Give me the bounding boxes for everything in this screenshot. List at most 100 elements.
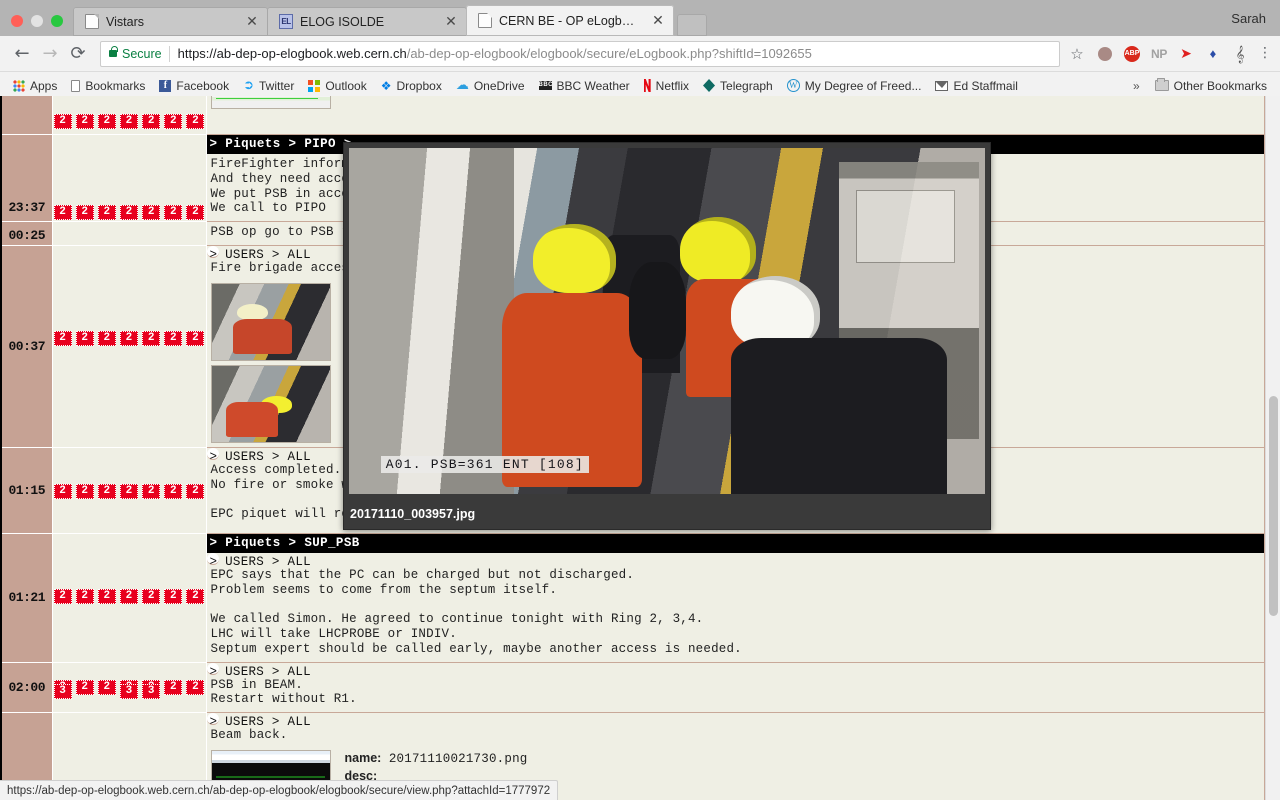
status-badge[interactable]: 2	[97, 588, 116, 604]
status-badge[interactable]: 2	[186, 588, 205, 604]
tab-cern-be-op-elogbook[interactable]: CERN BE - OP eLogbook ✕	[466, 5, 674, 36]
status-badge[interactable]: 2	[53, 588, 72, 604]
close-tab-icon[interactable]: ✕	[443, 15, 459, 29]
status-badge[interactable]: 3	[53, 684, 72, 700]
status-badge[interactable]: 2	[142, 330, 161, 346]
bookmark-other-bookmarks[interactable]: Other Bookmarks	[1148, 75, 1274, 97]
tab-vistars[interactable]: Vistars ✕	[73, 7, 268, 36]
status-badge[interactable]: 2	[97, 205, 116, 221]
bookmark-outlook[interactable]: Outlook	[301, 75, 373, 97]
status-badge[interactable]: 2	[164, 330, 183, 346]
status-badge[interactable]: 2	[75, 205, 94, 221]
scrollbar-thumb[interactable]	[1269, 396, 1278, 616]
bookmark-apps[interactable]: Apps	[6, 75, 64, 97]
page-scrollbar[interactable]	[1265, 96, 1280, 800]
maximize-window-button[interactable]	[51, 15, 63, 27]
forward-icon[interactable]: →	[36, 40, 64, 68]
dot-icon[interactable]	[1096, 45, 1114, 63]
status-badge[interactable]: 2	[97, 114, 116, 129]
status-badge[interactable]: 2	[75, 114, 94, 129]
photo-person-dark	[730, 338, 947, 494]
bookmark-dropbox[interactable]: ❖ Dropbox	[374, 75, 449, 97]
status-badge[interactable]: 2	[186, 330, 205, 346]
status-badge[interactable]: 2	[142, 114, 161, 129]
flame-icon[interactable]: 𝄞	[1231, 45, 1249, 63]
bookmark-bookmarks[interactable]: Bookmarks	[64, 75, 152, 97]
bookmarks-overflow-icon[interactable]: »	[1125, 79, 1148, 93]
new-tab-button[interactable]	[677, 14, 707, 36]
status-badge[interactable]: 2	[75, 679, 94, 695]
attachment-thumbnail[interactable]	[210, 96, 331, 109]
bookmark-netflix[interactable]: Netflix	[637, 75, 696, 97]
status-badge[interactable]: 2	[164, 205, 183, 221]
dropbox-icon: ❖	[380, 78, 392, 93]
attachment-thumbnail[interactable]	[210, 282, 331, 361]
status-badge[interactable]: 2	[119, 330, 138, 346]
status-badge[interactable]: 2	[186, 114, 205, 129]
close-tab-icon[interactable]: ✕	[650, 14, 666, 28]
bookmark-telegraph[interactable]: Telegraph	[696, 75, 780, 97]
entry-header[interactable]: > USERS > ALL	[206, 447, 311, 464]
entry-header[interactable]: > USERS > ALL	[206, 245, 311, 262]
entry-header[interactable]: > Piquets > SUP_PSB	[206, 533, 1264, 553]
address-bar[interactable]: Secure https://ab-dep-op-elogbook.web.ce…	[100, 40, 1060, 67]
status-badge[interactable]: 2	[53, 330, 72, 346]
y-icon[interactable]: ♦	[1204, 45, 1222, 63]
bookmark-star-icon[interactable]: ☆	[1066, 45, 1088, 63]
back-icon[interactable]: ←	[8, 40, 36, 68]
status-badge[interactable]: 2	[119, 114, 138, 129]
status-badge[interactable]: 2	[119, 205, 138, 221]
status-badge[interactable]: 2	[97, 330, 116, 346]
status-badge[interactable]: 2	[186, 205, 205, 221]
status-badge[interactable]: 2	[97, 483, 116, 499]
attachment[interactable]: name: 20171109230729.png desc:	[207, 96, 1265, 113]
reload-icon[interactable]: ⟳	[64, 40, 92, 68]
status-badge[interactable]: 2	[164, 679, 183, 695]
status-badge[interactable]: 2	[164, 483, 183, 499]
status-badge[interactable]: 2	[97, 679, 116, 695]
status-badge[interactable]: 3	[119, 684, 138, 700]
status-badge[interactable]: 2	[119, 483, 138, 499]
status-badge[interactable]: 2	[186, 483, 205, 499]
profile-name[interactable]: Sarah	[1231, 11, 1266, 26]
status-badge[interactable]: 2	[53, 483, 72, 499]
entry-header[interactable]: > USERS > ALL	[206, 713, 311, 729]
status-badge[interactable]: 2	[119, 588, 138, 604]
status-badge[interactable]: 2	[75, 330, 94, 346]
status-badge[interactable]: 2	[164, 114, 183, 129]
bookmark-onedrive[interactable]: ☁ OneDrive	[449, 75, 532, 97]
entry-subheader[interactable]: > USERS > ALL	[206, 552, 311, 569]
status-badge[interactable]: 2	[75, 483, 94, 499]
wordpress-icon: W	[786, 79, 800, 92]
close-tab-icon[interactable]: ✕	[244, 15, 260, 29]
status-badge[interactable]: 2	[186, 679, 205, 695]
status-badge[interactable]: 2	[53, 114, 72, 129]
bird-icon[interactable]: ➤	[1177, 45, 1195, 63]
status-badge[interactable]: 2	[53, 205, 72, 221]
bookmark-facebook[interactable]: f Facebook	[152, 75, 236, 97]
status-badge[interactable]: 2	[142, 588, 161, 604]
adblock-plus-icon[interactable]: ABP	[1123, 45, 1141, 63]
bookmark-bbc-weather[interactable]: BBC BBC Weather	[532, 75, 637, 97]
status-badge[interactable]: 2	[142, 483, 161, 499]
close-window-button[interactable]	[11, 15, 23, 27]
entry-body: Beam back.	[210, 728, 288, 743]
status-badge[interactable]: 2	[75, 588, 94, 604]
bookmark-my-degree-of-freedom[interactable]: W My Degree of Freed...	[780, 75, 929, 97]
full-photo[interactable]: A01. PSB=361 ENT [108]	[349, 148, 985, 494]
tab-elog-isolde[interactable]: EL ELOG ISOLDE ✕	[267, 7, 467, 36]
bbc-icon: BBC	[538, 81, 554, 90]
entry-body: PSB in BEAM. Restart without R1.	[210, 677, 357, 707]
status-badge[interactable]: 2	[142, 205, 161, 221]
attachment-thumbnail[interactable]	[210, 364, 331, 443]
status-badge[interactable]: 3	[142, 684, 161, 700]
entry-header[interactable]: > USERS > ALL	[206, 662, 311, 679]
divider	[168, 45, 170, 62]
status-badge[interactable]: 2	[164, 588, 183, 604]
np-icon[interactable]: NP	[1150, 45, 1168, 63]
minimize-window-button[interactable]	[31, 15, 43, 27]
image-viewer-overlay[interactable]: A01. PSB=361 ENT [108] 20171110_003957.j…	[343, 142, 991, 530]
bookmark-twitter[interactable]: ➲ Twitter	[236, 75, 301, 97]
chrome-menu-icon[interactable]: ⋮	[1258, 47, 1272, 60]
bookmark-ed-staffmail[interactable]: Ed Staffmail	[928, 75, 1024, 97]
